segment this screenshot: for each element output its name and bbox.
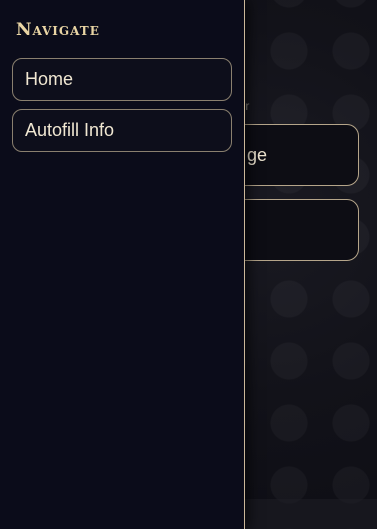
main-card-1[interactable]: ge: [226, 124, 359, 186]
main-card-2[interactable]: [226, 199, 359, 261]
nav-item-label: Home: [25, 69, 74, 89]
nav-item-autofill-info[interactable]: Autofill Info: [12, 109, 232, 152]
nav-item-label: Autofill Info: [25, 120, 115, 140]
app-root: E rizer ge Navigate Home Autofill Info: [0, 0, 377, 529]
navigation-drawer: Navigate Home Autofill Info: [0, 0, 245, 529]
nav-item-home[interactable]: Home: [12, 58, 232, 101]
main-card-label: ge: [247, 144, 268, 165]
drawer-title: Navigate: [16, 20, 100, 40]
